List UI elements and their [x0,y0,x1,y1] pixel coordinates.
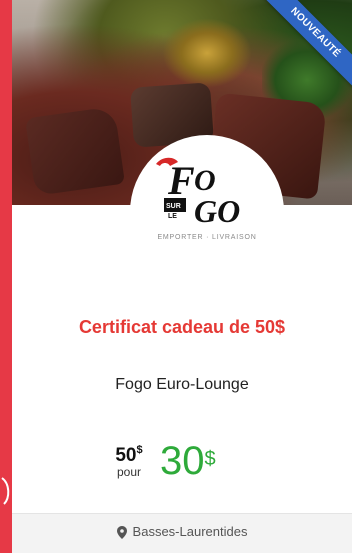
original-price: 50$ [115,444,143,466]
svg-text:LE: LE [168,213,177,220]
fogo-logo: F O GO SUR LE [156,157,240,229]
location-footer: Basses-Laurentides [12,513,352,553]
logo-subtitle: EMPORTER · LIVRAISON [157,234,257,241]
sale-price: 30$ [160,439,216,483]
location-label: Basses-Laurentides [132,524,248,539]
price-block: 50$ pour 30$ [12,438,352,498]
merchant-name: Fogo Euro-Lounge [115,376,249,393]
map-pin-icon [116,526,127,540]
location: Basses-Laurentides [12,524,352,540]
svg-text:SUR: SUR [166,203,181,210]
deal-card[interactable]: NOUVEAUTÉ F O GO SUR LE EMPORTER · LIVRA… [12,0,352,553]
svg-text:GO: GO [194,193,240,229]
offer-title: Certificat cadeau de 50$ [78,317,286,337]
original-price-block: 50$ pour [104,444,154,479]
pour-label: pour [116,465,142,479]
svg-text:F: F [167,158,195,203]
